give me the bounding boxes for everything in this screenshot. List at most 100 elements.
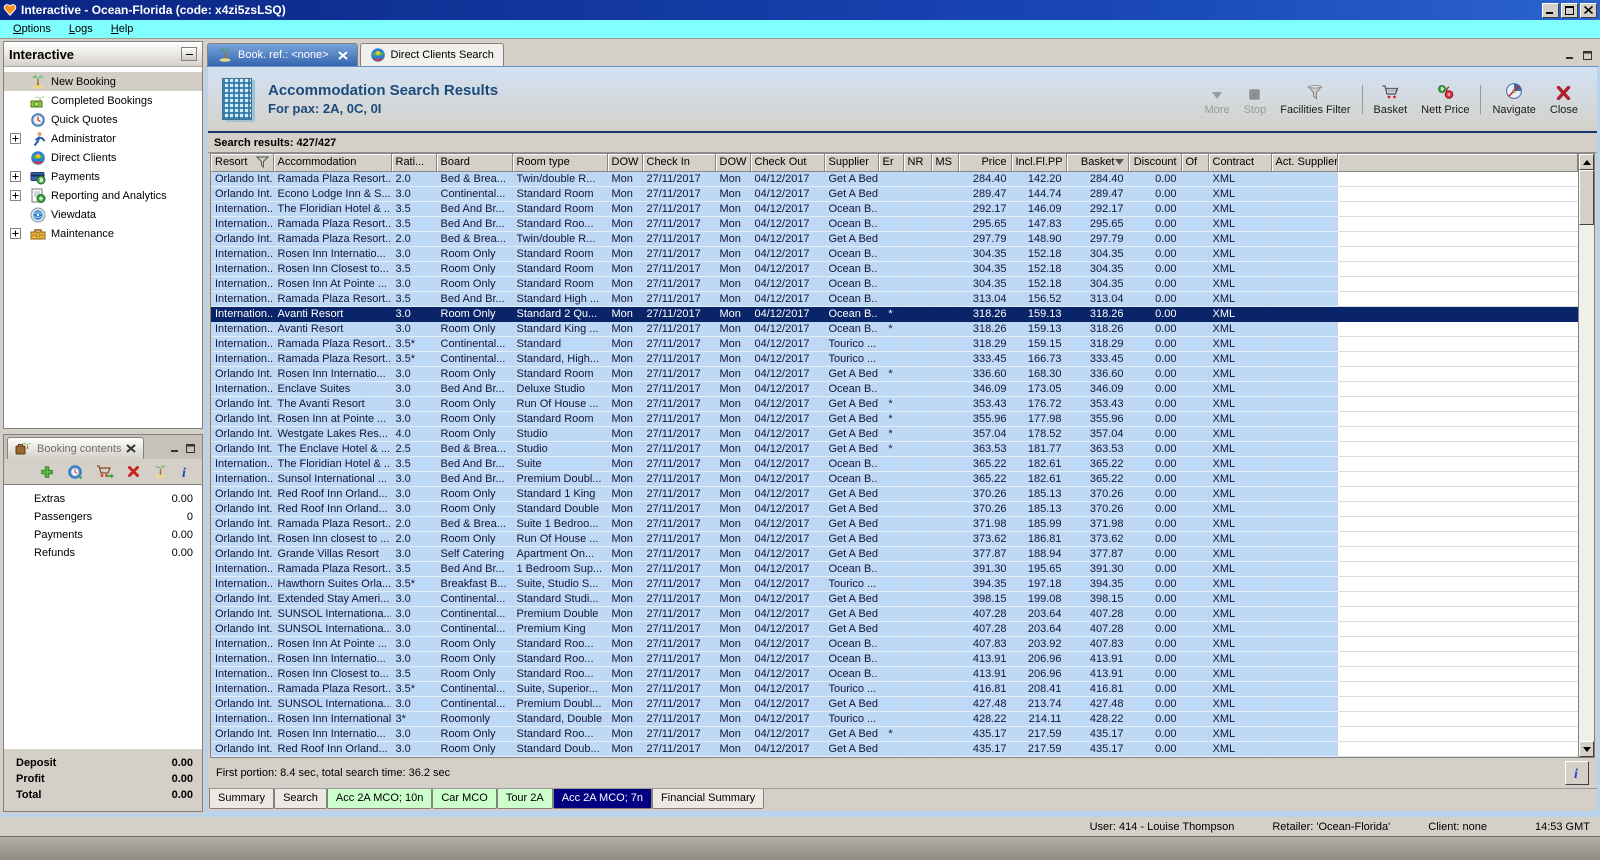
menu-item-logs[interactable]: Logs: [60, 21, 102, 37]
maximize-button[interactable]: [1561, 2, 1578, 18]
table-row[interactable]: Internation... Avanti Resort 3.0 Room Only S…: [211, 306, 1578, 322]
table-row[interactable]: Orlando Int... Red Roof Inn Orland... 3.0 R…: [211, 486, 1578, 502]
tab-direct-clients-search[interactable]: Direct Clients Search: [359, 43, 504, 66]
bottom-tab-acc-2a-mco-10n[interactable]: Acc 2A MCO; 10n: [326, 789, 433, 809]
column-header-dow[interactable]: DOW: [715, 154, 751, 172]
sidebar-item-viewdata[interactable]: Viewdata: [4, 205, 202, 224]
minimize-button[interactable]: [1542, 2, 1559, 18]
bottom-tab-financial-summary[interactable]: Financial Summary: [652, 789, 765, 809]
bottom-tab-search[interactable]: Search: [274, 789, 327, 809]
table-row[interactable]: Internation... The Floridian Hotel & ... 3…: [211, 201, 1578, 217]
menu-item-help[interactable]: Help: [102, 21, 143, 37]
table-row[interactable]: Orlando Int... The Avanti Resort 3.0 Room O…: [211, 396, 1578, 412]
table-row[interactable]: Orlando Int... Extended Stay Ameri... 3.0 C…: [211, 591, 1578, 607]
table-row[interactable]: Orlando Int... Westgate Lakes Res... 4.0 Ro…: [211, 426, 1578, 442]
table-row[interactable]: Internation... Hawthorn Suites Orla... 3.5…: [211, 576, 1578, 592]
sidebar-item-payments[interactable]: Payments: [4, 167, 202, 186]
transfer-basket-icon[interactable]: [96, 464, 114, 479]
info-icon[interactable]: i: [181, 465, 190, 479]
table-row[interactable]: Internation... Rosen Inn International 3* R…: [211, 711, 1578, 727]
sidebar-item-new-booking[interactable]: New Booking: [4, 72, 202, 91]
holiday-icon[interactable]: [153, 464, 168, 479]
sidebar-item-quick-quotes[interactable]: Quick Quotes: [4, 110, 202, 129]
column-header-basket[interactable]: Basket: [1066, 154, 1129, 172]
sidebar-item-maintenance[interactable]: Maintenance: [4, 224, 202, 243]
table-row[interactable]: Internation... Ramada Plaza Resort... 3.5 B…: [211, 561, 1578, 577]
menu-item-options[interactable]: Options: [4, 21, 60, 37]
scroll-up-button[interactable]: [1579, 154, 1594, 170]
table-row[interactable]: Internation... Rosen Inn Closest to... 3.5…: [211, 666, 1578, 682]
column-header-rati[interactable]: Rati...: [391, 154, 437, 172]
info-button[interactable]: i: [1565, 761, 1589, 785]
stop-button[interactable]: Stop: [1237, 79, 1274, 120]
close-button[interactable]: [1580, 2, 1597, 18]
bottom-tab-car-mco[interactable]: Car MCO: [432, 789, 497, 809]
column-header-discount[interactable]: Discount: [1128, 154, 1182, 172]
bottom-tab-summary[interactable]: Summary: [209, 789, 275, 809]
nett-price-button[interactable]: Nett Price: [1414, 79, 1476, 120]
panel-collapse-button[interactable]: [181, 47, 197, 61]
expand-toggle-icon[interactable]: [10, 228, 23, 239]
table-row[interactable]: Orlando Int... SUNSOL Internationa... 3.0 C…: [211, 606, 1578, 622]
table-row[interactable]: Orlando Int... Grande Villas Resort 3.0 Sel…: [211, 546, 1578, 562]
scroll-down-button[interactable]: [1579, 741, 1594, 757]
table-row[interactable]: Orlando Int... Ramada Plaza Resort... 2.0 B…: [211, 231, 1578, 247]
expand-toggle-icon[interactable]: [10, 171, 23, 182]
tab-close-icon[interactable]: [126, 444, 137, 453]
sidebar-item-reporting-and-analytics[interactable]: Reporting and Analytics: [4, 186, 202, 205]
table-row[interactable]: Orlando Int... Econo Lodge Inn & S... 3.0 C…: [211, 186, 1578, 202]
column-header-room-type[interactable]: Room type: [512, 154, 608, 172]
bottom-tab-acc-2a-mco-7n[interactable]: Acc 2A MCO; 7n: [552, 789, 653, 809]
table-row[interactable]: Internation... Enclave Suites 3.0 Bed And B…: [211, 381, 1578, 397]
flat-max-icon[interactable]: [1583, 51, 1592, 60]
sidebar-item-administrator[interactable]: Administrator: [4, 129, 202, 148]
table-row[interactable]: Orlando Int... SUNSOL Internationa... 3.0 C…: [211, 696, 1578, 712]
column-header-of[interactable]: Of: [1181, 154, 1209, 172]
table-row[interactable]: Internation... The Floridian Hotel & ... 3…: [211, 456, 1578, 472]
table-row[interactable]: Orlando Int... Red Roof Inn Orland... 3.0 R…: [211, 501, 1578, 517]
column-header-contract[interactable]: Contract: [1208, 154, 1272, 172]
column-header-check-out[interactable]: Check Out: [750, 154, 825, 172]
table-row[interactable]: Internation... Ramada Plaza Resort... 3.5*…: [211, 351, 1578, 367]
table-row[interactable]: Internation... Rosen Inn Internatio... 3.0…: [211, 246, 1578, 262]
table-row[interactable]: Internation... Rosen Inn Closest to... 3.5…: [211, 261, 1578, 277]
navigate-button[interactable]: Navigate: [1485, 79, 1542, 120]
table-row[interactable]: Orlando Int... Rosen Inn Internatio... 3.0…: [211, 726, 1578, 742]
table-row[interactable]: Internation... Ramada Plaza Resort... 3.5 B…: [211, 291, 1578, 307]
add-icon[interactable]: [40, 465, 54, 479]
tab-book-ref-none[interactable]: Book. ref.: <none>: [207, 43, 358, 66]
table-row[interactable]: Internation... Rosen Inn At Pointe ... 3.0…: [211, 636, 1578, 652]
table-row[interactable]: Orlando Int... Rosen Inn closest to ... 2.…: [211, 531, 1578, 547]
funnel-small-icon[interactable]: [255, 156, 269, 169]
scrollbar-thumb[interactable]: [1579, 170, 1594, 225]
expand-toggle-icon[interactable]: [10, 190, 23, 201]
flat-min-icon[interactable]: [1566, 51, 1575, 60]
table-row[interactable]: Internation... Ramada Plaza Resort... 3.5 B…: [211, 216, 1578, 232]
column-header-act-supplier[interactable]: Act. Supplier: [1271, 154, 1338, 172]
table-row[interactable]: Orlando Int... SUNSOL Internationa... 3.0 C…: [211, 621, 1578, 637]
column-header-board[interactable]: Board: [436, 154, 513, 172]
column-header-incl-fl-pp[interactable]: Incl.Fl.PP: [1011, 154, 1067, 172]
table-row[interactable]: Orlando Int... The Enclave Hotel & ... 2.5…: [211, 441, 1578, 457]
table-row[interactable]: Internation... Sunsol International ... 3.…: [211, 471, 1578, 487]
sidebar-item-completed-bookings[interactable]: Completed Bookings: [4, 91, 202, 110]
expand-toggle-icon[interactable]: [10, 133, 23, 144]
column-header-accommodation[interactable]: Accommodation: [273, 154, 392, 172]
column-header-er[interactable]: Er: [878, 154, 904, 172]
tab-close-icon[interactable]: [337, 50, 348, 60]
column-header-dow[interactable]: DOW: [607, 154, 643, 172]
booking-quote-icon[interactable]: [67, 464, 83, 480]
table-row[interactable]: Internation... Ramada Plaza Resort... 3.5*…: [211, 336, 1578, 352]
column-header-price[interactable]: Price: [958, 154, 1012, 172]
column-header-ms[interactable]: MS: [931, 154, 959, 172]
column-header-check-in[interactable]: Check In: [642, 154, 716, 172]
table-row[interactable]: Internation... Rosen Inn At Pointe ... 3.0…: [211, 276, 1578, 292]
table-row[interactable]: Internation... Ramada Plaza Resort... 3.5*…: [211, 681, 1578, 697]
more-button[interactable]: More: [1198, 79, 1237, 120]
bottom-tab-tour-2a[interactable]: Tour 2A: [496, 789, 553, 809]
booking-contents-tab[interactable]: Booking contents: [7, 437, 145, 459]
table-row[interactable]: Orlando Int... Rosen Inn at Pointe ... 3.0…: [211, 411, 1578, 427]
table-row[interactable]: Orlando Int... Ramada Plaza Resort... 2.0 B…: [211, 171, 1578, 187]
vertical-scrollbar[interactable]: [1578, 154, 1594, 757]
column-header-resort[interactable]: Resort: [211, 154, 274, 172]
